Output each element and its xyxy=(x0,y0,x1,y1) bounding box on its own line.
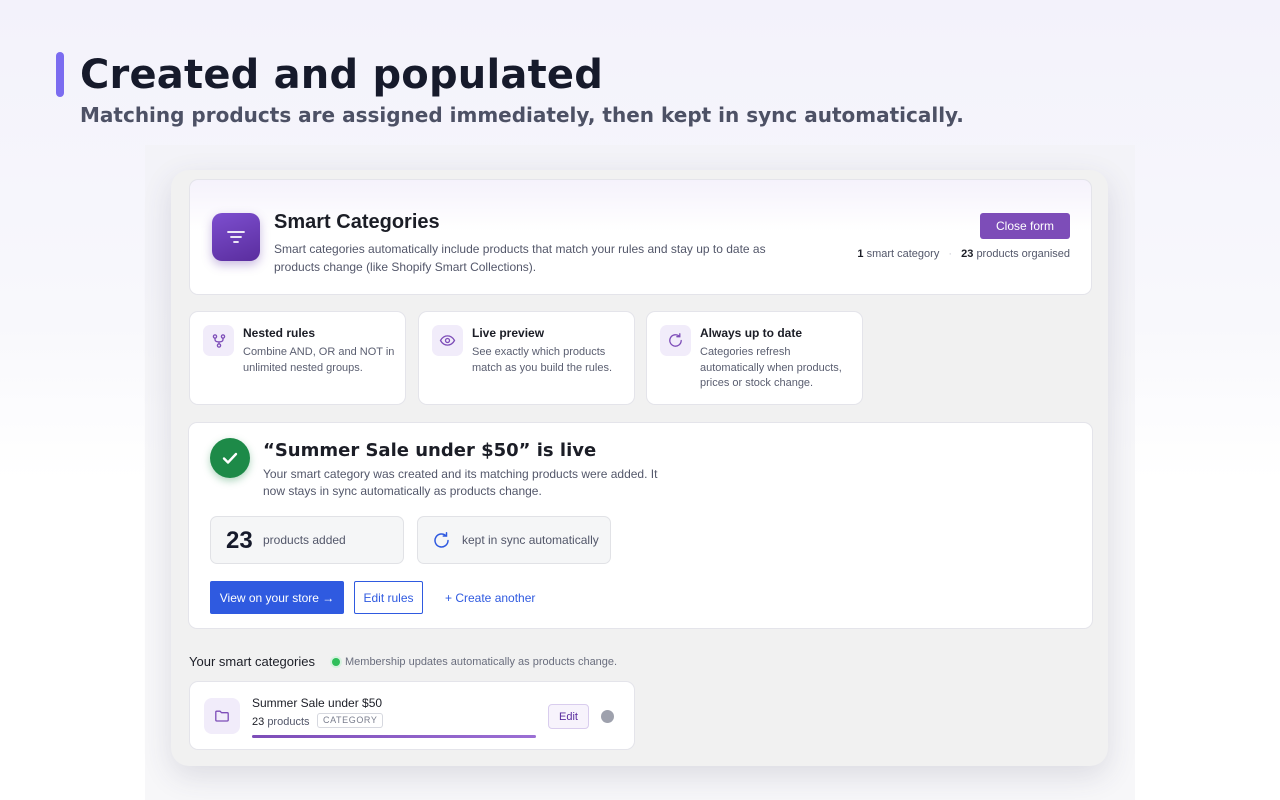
folder-icon xyxy=(204,698,240,734)
check-icon xyxy=(210,438,250,478)
item-count: 23 products xyxy=(252,716,310,728)
success-card: “Summer Sale under $50” is live Your sma… xyxy=(188,422,1093,629)
sync-icon xyxy=(432,531,451,555)
sync-status-label: kept in sync automatically xyxy=(462,533,599,547)
success-description: Your smart category was created and its … xyxy=(263,467,658,498)
membership-note-text: Membership updates automatically as prod… xyxy=(345,656,618,668)
feature-title: Nested rules xyxy=(243,326,316,340)
header-card: Smart Categories Smart categories automa… xyxy=(189,179,1092,295)
eye-icon xyxy=(432,325,463,356)
edit-category-button[interactable]: Edit xyxy=(548,704,589,729)
item-count-label: products xyxy=(267,716,310,728)
products-added-count: 23 xyxy=(226,527,253,554)
products-added-label: products added xyxy=(263,533,346,547)
products-added-stat: 23 products added xyxy=(210,516,404,564)
stats-separator: · xyxy=(948,248,953,260)
item-progress-fill xyxy=(252,735,536,738)
stats-summary: 1 smart category · 23 products organised xyxy=(857,248,1070,260)
view-on-store-button[interactable]: View on your store → xyxy=(210,581,344,614)
feature-card-nested-rules: Nested rules Combine AND, OR and NOT in … xyxy=(189,311,406,405)
feature-description: Combine AND, OR and NOT in unlimited nes… xyxy=(243,346,395,374)
product-count: 23 xyxy=(961,248,974,260)
sync-status-stat: kept in sync automatically xyxy=(417,516,611,564)
feature-card-always-up-to-date: Always up to date Categories refresh aut… xyxy=(646,311,863,405)
branch-icon xyxy=(203,325,234,356)
item-count-number: 23 xyxy=(252,716,265,728)
close-form-button[interactable]: Close form xyxy=(980,213,1070,239)
hero-subtitle: Matching products are assigned immediate… xyxy=(80,103,964,127)
item-progress-bar xyxy=(252,735,536,738)
refresh-icon xyxy=(660,325,691,356)
category-count: 1 xyxy=(857,248,864,260)
hero-accent-bar xyxy=(56,52,64,97)
edit-rules-button[interactable]: Edit rules xyxy=(354,581,423,614)
list-heading: Your smart categories xyxy=(189,654,315,669)
filter-icon xyxy=(212,213,260,261)
hero-title: Created and populated xyxy=(80,52,604,98)
app-window: Smart Categories Smart categories automa… xyxy=(171,170,1108,766)
list-item[interactable]: Summer Sale under $50 23 products CATEGO… xyxy=(189,681,635,750)
app-title: Smart Categories xyxy=(274,211,440,233)
category-count-label: smart category xyxy=(866,248,940,260)
app-description: Smart categories automatically include p… xyxy=(274,242,766,274)
membership-note: Membership updates automatically as prod… xyxy=(332,656,617,668)
feature-title: Live preview xyxy=(472,326,545,340)
feature-description: Categories refresh automatically when pr… xyxy=(700,346,842,389)
product-count-label: products organised xyxy=(976,248,1070,260)
create-another-link[interactable]: + Create another xyxy=(445,591,535,605)
feature-card-live-preview: Live preview See exactly which products … xyxy=(418,311,635,405)
feature-description: See exactly which products match as you … xyxy=(472,346,613,374)
item-title: Summer Sale under $50 xyxy=(252,696,383,710)
category-badge: CATEGORY xyxy=(317,713,384,728)
feature-title: Always up to date xyxy=(700,326,803,340)
success-title: “Summer Sale under $50” is live xyxy=(263,440,597,461)
status-toggle[interactable] xyxy=(601,710,614,723)
status-dot-icon xyxy=(332,658,340,666)
